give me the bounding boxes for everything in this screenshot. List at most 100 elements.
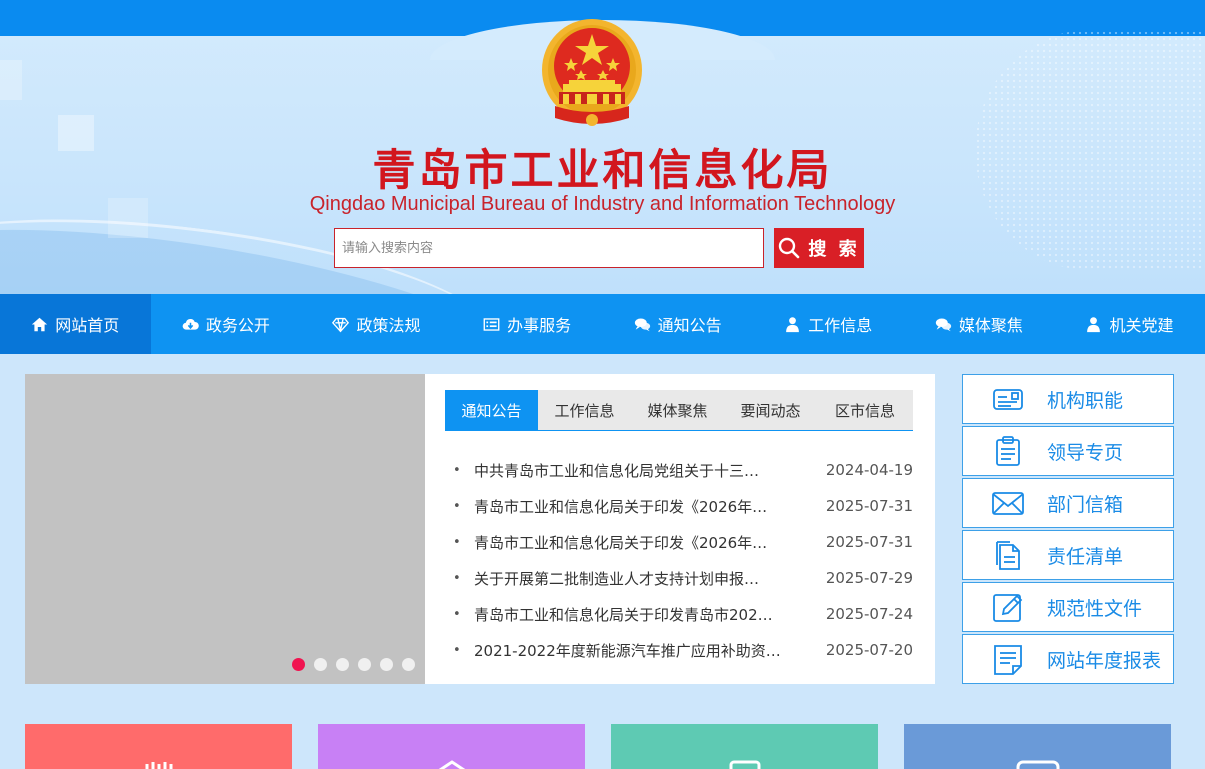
site-title: 青岛市工业和信息化局 [372,146,833,196]
envelope-icon [992,492,1024,515]
carousel-dot[interactable] [314,658,327,671]
search-button[interactable]: 搜 索 [774,228,864,268]
news-item[interactable]: • 关于开展第二批制造业人才支持计划申报… 2025-07-29 [453,560,913,596]
news-title: 青岛市工业和信息化局关于印发青岛市202… [474,605,773,624]
quick-link-label: 机构职能 [1047,389,1124,412]
decorative-square [0,60,22,100]
nav-item-label: 通知公告 [657,316,722,335]
monitor-icon [729,760,761,769]
nav-item-label: 工作信息 [808,316,873,335]
news-date: 2025-07-20 [825,641,913,659]
nav-item-gov-affairs[interactable]: 政务公开 [151,294,302,354]
carousel-indicators [292,658,415,671]
carousel-dot[interactable] [358,658,371,671]
nav-item-label: 媒体聚焦 [958,316,1023,335]
quick-link-label: 规范性文件 [1047,597,1143,620]
quick-link-annual-report[interactable]: 网站年度报表 [962,634,1174,684]
image-carousel[interactable] [25,374,425,684]
tab-headlines[interactable]: 要闻动态 [724,390,817,430]
news-date: 2024-04-19 [825,461,913,479]
nav-item-label: 政策法规 [356,316,421,335]
news-item[interactable]: • 中共青岛市工业和信息化局党组关于十三… 2024-04-19 [453,452,913,488]
quick-link-label: 部门信箱 [1047,493,1124,516]
quick-link-responsibility-list[interactable]: 责任清单 [962,530,1174,580]
document-copy-icon [996,541,1020,570]
nav-item-services[interactable]: 办事服务 [452,294,603,354]
quick-link-org-functions[interactable]: 机构职能 [962,374,1174,424]
quick-links: 机构职能 领导专页 部门信箱 责任清单 规范性文件 网站年度报表 [962,374,1174,686]
news-title: 中共青岛市工业和信息化局党组关于十三… [474,461,760,480]
tab-work-info[interactable]: 工作信息 [538,390,631,430]
cloud-download-icon [182,318,199,330]
service-tile[interactable] [904,724,1171,769]
nav-item-label: 政务公开 [205,316,270,335]
bullet: • [453,462,461,478]
comments-icon [634,318,650,331]
news-date: 2025-07-31 [825,533,913,551]
news-list: • 中共青岛市工业和信息化局党组关于十三… 2024-04-19 • 青岛市工业… [453,452,913,668]
news-date: 2025-07-29 [825,569,913,587]
quick-link-normative-docs[interactable]: 规范性文件 [962,582,1174,632]
news-date: 2025-07-31 [825,497,913,515]
service-tile[interactable] [25,724,292,769]
news-item[interactable]: • 青岛市工业和信息化局关于印发青岛市202… 2025-07-24 [453,596,913,632]
news-date: 2025-07-24 [825,605,913,623]
diamond-icon [332,317,350,332]
tab-district-info[interactable]: 区市信息 [817,390,913,430]
quick-link-label: 责任清单 [1047,545,1124,568]
news-title: 关于开展第二批制造业人才支持计划申报… [474,569,760,588]
tab-media[interactable]: 媒体聚焦 [631,390,724,430]
quick-link-mailbox[interactable]: 部门信箱 [962,478,1174,528]
carousel-dot[interactable] [336,658,349,671]
id-card-icon [993,389,1023,410]
news-title: 青岛市工业和信息化局关于印发《2026年… [474,497,768,516]
site-subtitle: Qingdao Municipal Bureau of Industry and… [309,193,896,215]
search-icon [779,237,800,259]
news-title: 2021-2022年度新能源汽车推广应用补助资… [474,641,781,660]
comments-icon [935,318,951,331]
bullet: • [453,498,461,514]
news-panel: 通知公告 工作信息 媒体聚焦 要闻动态 区市信息 • 中共青岛市工业和信息化局党… [25,374,935,684]
hands-icon [145,762,173,769]
service-tile[interactable] [611,724,878,769]
bullet: • [453,534,461,550]
quick-link-label: 领导专页 [1047,441,1124,464]
nav-item-media[interactable]: 媒体聚焦 [904,294,1055,354]
nav-item-work-info[interactable]: 工作信息 [753,294,904,354]
user-icon [786,316,800,332]
bullet: • [453,606,461,622]
tab-notices[interactable]: 通知公告 [445,390,538,430]
bullet: • [453,642,461,658]
nav-item-policy[interactable]: 政策法规 [301,294,452,354]
nav-item-home[interactable]: 网站首页 [0,294,151,354]
site-header: 青岛市工业和信息化局 Qingdao Municipal Bureau of I… [0,0,1205,294]
search-button-label: 搜 索 [808,239,860,260]
news-item[interactable]: • 2021-2022年度新能源汽车推广应用补助资… 2025-07-20 [453,632,913,668]
bullet: • [453,570,461,586]
quick-link-leadership[interactable]: 领导专页 [962,426,1174,476]
report-icon [994,645,1022,675]
carousel-dot[interactable] [292,658,305,671]
news-item[interactable]: • 青岛市工业和信息化局关于印发《2026年… 2025-07-31 [453,488,913,524]
nav-item-party-building[interactable]: 机关党建 [1054,294,1205,354]
home-icon [32,317,48,331]
house-icon [438,760,466,769]
list-icon [483,317,500,331]
carousel-dot[interactable] [402,658,415,671]
nav-item-notices[interactable]: 通知公告 [602,294,753,354]
carousel-dot[interactable] [380,658,393,671]
search-input[interactable] [334,228,764,268]
news-tabs: 通知公告 工作信息 媒体聚焦 要闻动态 区市信息 [445,390,913,431]
national-emblem-icon [542,19,642,126]
main-nav: 网站首页 政务公开 政策法规 办事服务 通知公告 工作信息 媒体聚焦 机关党建 [0,294,1205,354]
nav-item-label: 办事服务 [507,316,572,335]
news-item[interactable]: • 青岛市工业和信息化局关于印发《2026年… 2025-07-31 [453,524,913,560]
news-title: 青岛市工业和信息化局关于印发《2026年… [474,533,768,552]
chat-box-icon [1016,760,1060,769]
nav-item-label: 机关党建 [1109,316,1174,335]
quick-link-label: 网站年度报表 [1047,649,1162,672]
nav-item-label: 网站首页 [55,316,120,335]
clipboard-icon [996,436,1020,466]
user-icon [1087,316,1101,332]
service-tile[interactable] [318,724,585,769]
